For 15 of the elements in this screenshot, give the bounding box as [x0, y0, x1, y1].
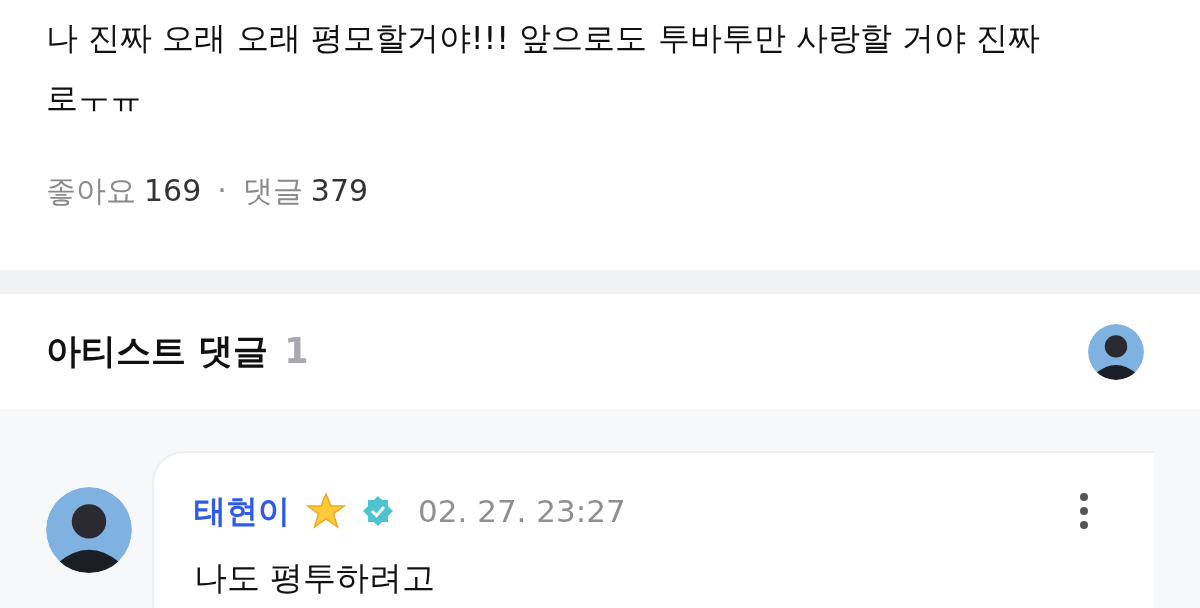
- comments-label: 댓글: [242, 172, 303, 210]
- likes-count: 169: [144, 172, 202, 210]
- section-title: 아티스트 댓글: [46, 330, 269, 374]
- comments-count: 379: [310, 172, 369, 210]
- author-name[interactable]: 태현이: [194, 487, 290, 535]
- comment-text: 나도 평투하려고: [194, 557, 437, 599]
- comment-count: 1: [284, 330, 309, 374]
- separator: ·: [216, 172, 228, 210]
- star-icon: [306, 491, 346, 531]
- post-text: 나 진짜 오래 오래 평모할거야!!! 앞으로도 투바투만 사랑할 거야 진짜로ㅜㅠ: [46, 18, 1042, 119]
- avatar[interactable]: [46, 487, 132, 573]
- comment-time: 02. 27. 23:27: [418, 491, 626, 531]
- avatar[interactable]: [1088, 323, 1144, 380]
- more-icon[interactable]: [1078, 491, 1090, 531]
- likes-label: 좋아요: [46, 172, 136, 210]
